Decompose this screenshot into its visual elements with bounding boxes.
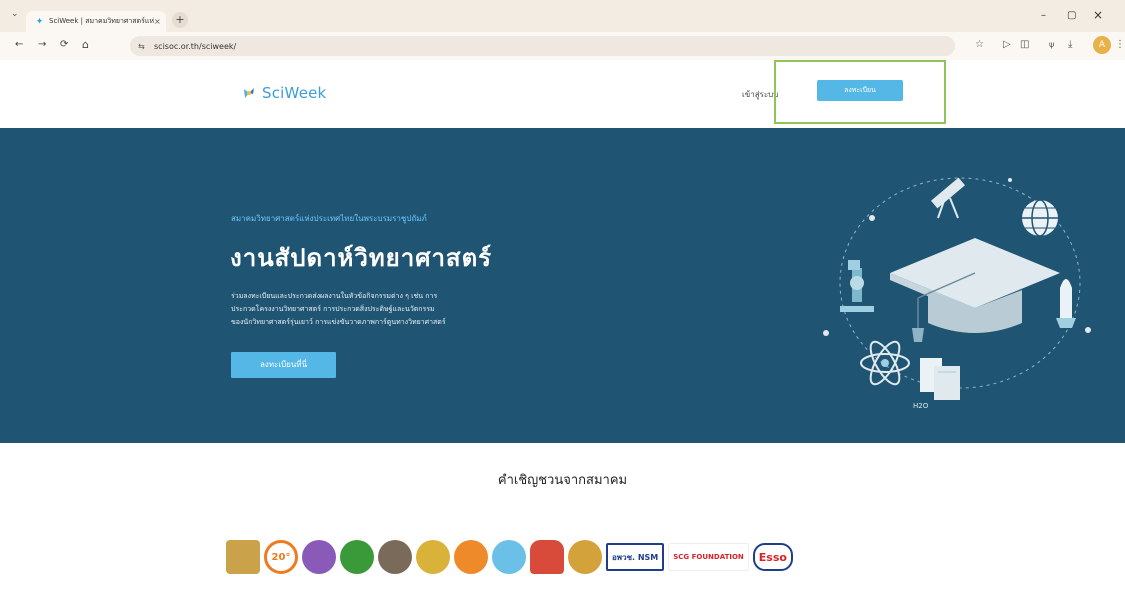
- moe-logo: [226, 540, 260, 574]
- elephant-seal-logo: [378, 540, 412, 574]
- hero-eyebrow: สมาคมวิทยาศาสตร์แห่งประเทศไทยในพระบรมราช…: [231, 214, 427, 223]
- tab-title: SciWeek | สมาคมวิทยาศาสตร์แห่ง: [49, 17, 154, 25]
- gold-seal-logo: [416, 540, 450, 574]
- home-icon[interactable]: ⌂: [82, 38, 89, 51]
- page-viewport: SciWeek เข้าสู่ระบบ ลงทะเบียน สมาคมวิทยา…: [0, 60, 1125, 607]
- hero-description-line: ประกวดโครงงานวิทยาศาสตร์ การประกวดสิ่งปร…: [231, 305, 435, 313]
- temple-logo: [530, 540, 564, 574]
- esso-logo: Esso: [752, 543, 793, 571]
- hero-description-line: ร่วมลงทะเบียนและประกวดส่งผลงานในหัวข้อกิ…: [231, 292, 438, 300]
- invitation-section: คำเชิญชวนจากสมาคม 20° อพวช. NSM SCG FOUN…: [0, 443, 1125, 607]
- forward-arrow-icon[interactable]: →: [38, 39, 46, 50]
- sciweek-star-icon: [244, 88, 254, 98]
- invitation-heading: คำเชิญชวนจากสมาคม: [497, 473, 628, 488]
- browser-tabstrip: ⌄ ✦ SciWeek | สมาคมวิทยาศาสตร์แห่ง × + –…: [0, 0, 1125, 32]
- globe-icon: [1022, 199, 1058, 237]
- science-center-logo: [492, 540, 526, 574]
- tab-close-icon[interactable]: ×: [154, 17, 166, 26]
- media-play-icon[interactable]: ▷: [1003, 39, 1011, 50]
- side-panel-icon[interactable]: ◫: [1020, 39, 1029, 50]
- site-header: SciWeek เข้าสู่ระบบ ลงทะเบียน: [0, 60, 1125, 128]
- login-link[interactable]: เข้าสู่ระบบ: [742, 88, 778, 101]
- twenty-years-logo: 20°: [264, 540, 298, 574]
- partner-logo-row: 20° อพวช. NSM SCG FOUNDATION Esso: [226, 540, 793, 574]
- tab-list-chevron-icon[interactable]: ⌄: [11, 9, 19, 19]
- back-arrow-icon[interactable]: ←: [15, 39, 23, 50]
- rocket-icon: [1056, 279, 1076, 328]
- reload-icon[interactable]: ⟳: [60, 39, 68, 50]
- window-minimize-button[interactable]: –: [1041, 10, 1046, 21]
- atom-icon: [860, 340, 910, 386]
- download-icon[interactable]: ⤓: [1068, 39, 1072, 50]
- new-tab-button[interactable]: +: [172, 12, 188, 28]
- bookmark-star-icon[interactable]: ☆: [975, 39, 984, 50]
- gold-emblem-logo: [568, 540, 602, 574]
- graduation-cap-icon: [890, 238, 1060, 342]
- green-seal-logo: [340, 540, 374, 574]
- sciweek-logo[interactable]: SciWeek: [242, 84, 326, 102]
- profile-avatar[interactable]: A: [1093, 36, 1111, 54]
- browser-toolbar: ← → ⟳ ⌂ ⇆ scisoc.or.th/sciweek/ ☆ ▷ ◫ ψ …: [0, 32, 1125, 60]
- scg-foundation-logo: SCG FOUNDATION: [668, 543, 749, 571]
- telescope-icon: [930, 177, 966, 219]
- translate-icon[interactable]: ψ: [1049, 40, 1054, 49]
- h2o-label: H2O: [913, 402, 929, 410]
- microscope-icon: [840, 260, 874, 312]
- logo-text: SciWeek: [262, 84, 327, 102]
- hero-banner: สมาคมวิทยาศาสตร์แห่งประเทศไทยในพระบรมราช…: [0, 128, 1125, 443]
- hero-description-line: ของนักวิทยาศาสตร์รุ่นเยาว์ การแข่งขันวาด…: [231, 318, 446, 326]
- sciweek-favicon-icon: ✦: [35, 16, 44, 27]
- register-here-button[interactable]: ลงทะเบียนที่นี่: [231, 352, 336, 378]
- site-info-icon[interactable]: ⇆: [138, 42, 154, 51]
- highlight-annotation-box: [774, 60, 946, 124]
- orange-seal-logo: [454, 540, 488, 574]
- url-text: scisoc.or.th/sciweek/: [154, 41, 237, 51]
- nsm-logo: อพวช. NSM: [606, 543, 665, 571]
- hero-description: ร่วมลงทะเบียนและประกวดส่งผลงานในหัวข้อกิ…: [231, 290, 531, 329]
- address-bar[interactable]: ⇆ scisoc.or.th/sciweek/: [130, 36, 955, 56]
- window-maximize-button[interactable]: ▢: [1067, 10, 1076, 21]
- browser-tab-sciweek[interactable]: ✦ SciWeek | สมาคมวิทยาศาสตร์แห่ง ×: [26, 11, 166, 32]
- hero-title: งานสัปดาห์วิทยาศาสตร์: [230, 243, 493, 272]
- books-icon: [920, 358, 960, 400]
- science-graduation-illustration: H2O: [823, 177, 1091, 410]
- violet-seal-logo: [302, 540, 336, 574]
- window-close-button[interactable]: ×: [1093, 8, 1103, 22]
- menu-kebab-icon[interactable]: ⋮: [1115, 39, 1125, 50]
